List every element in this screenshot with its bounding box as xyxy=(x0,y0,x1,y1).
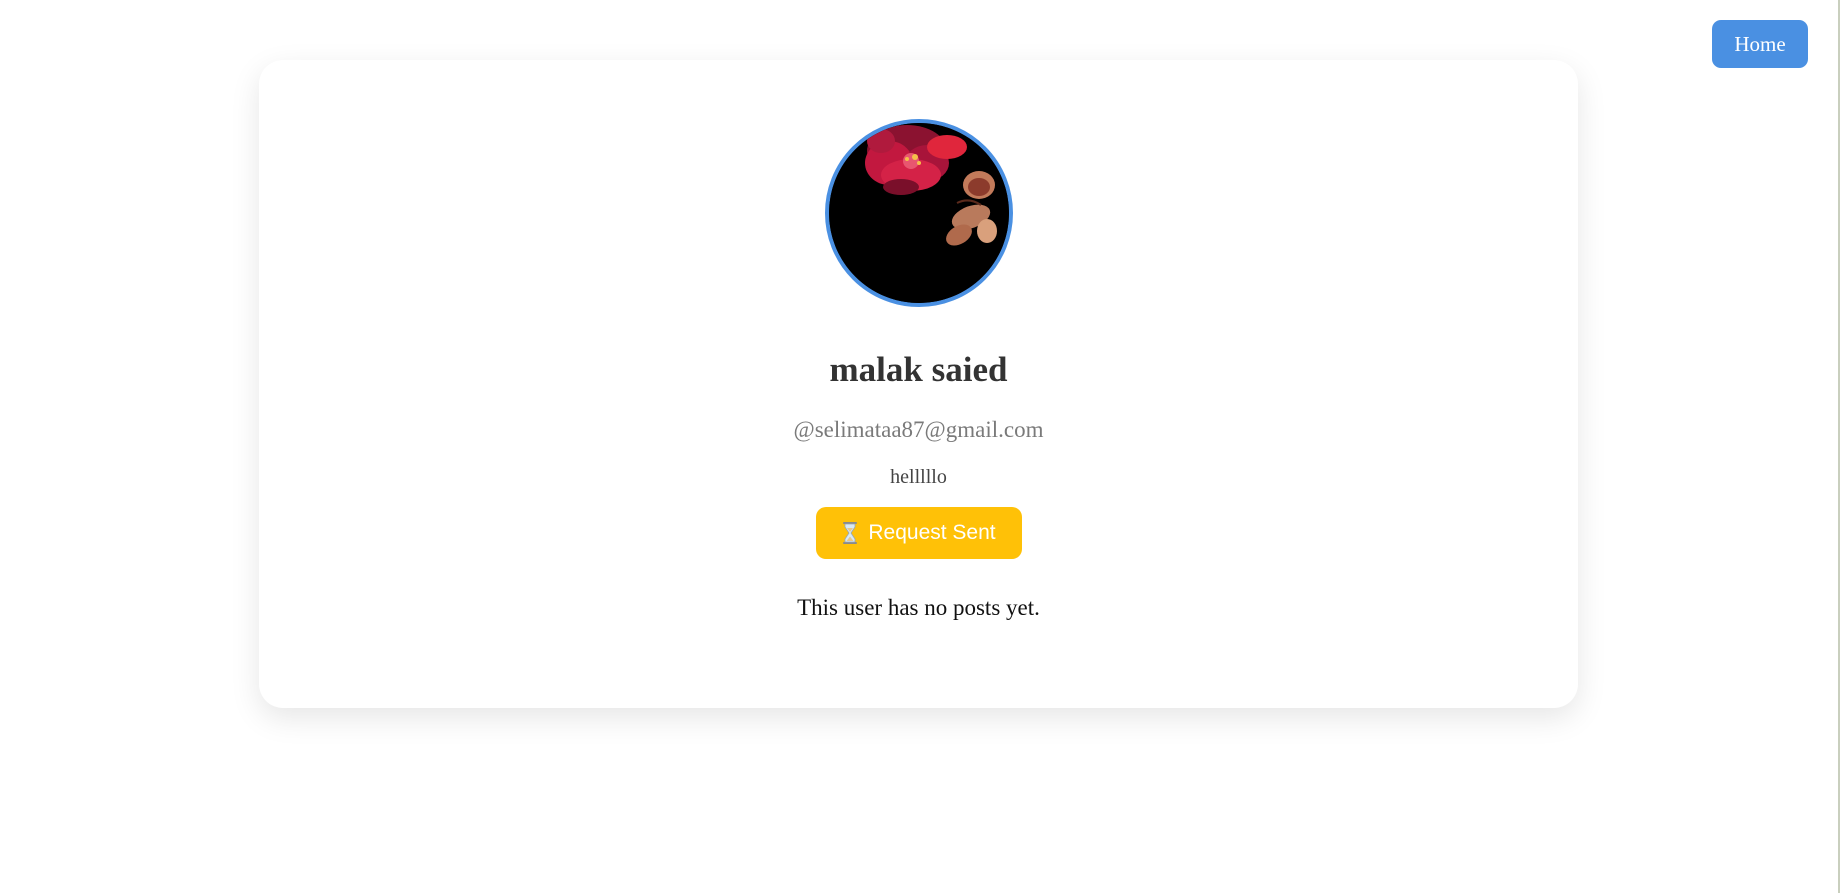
profile-page: Home malak saied @selimataa87@gmail.com … xyxy=(0,0,1840,893)
avatar xyxy=(825,119,1013,307)
request-sent-label: Request Sent xyxy=(868,521,996,544)
request-sent-button[interactable]: Request Sent xyxy=(816,507,1022,559)
profile-card: malak saied @selimataa87@gmail.com helll… xyxy=(259,60,1578,708)
empty-posts-message: This user has no posts yet. xyxy=(797,595,1040,620)
home-button[interactable]: Home xyxy=(1712,20,1808,68)
hourglass-icon xyxy=(842,522,858,544)
user-bio: helllllo xyxy=(890,466,947,488)
user-name: malak saied xyxy=(829,350,1008,389)
user-handle: @selimataa87@gmail.com xyxy=(793,417,1044,442)
flower-photo-image xyxy=(829,123,1009,303)
